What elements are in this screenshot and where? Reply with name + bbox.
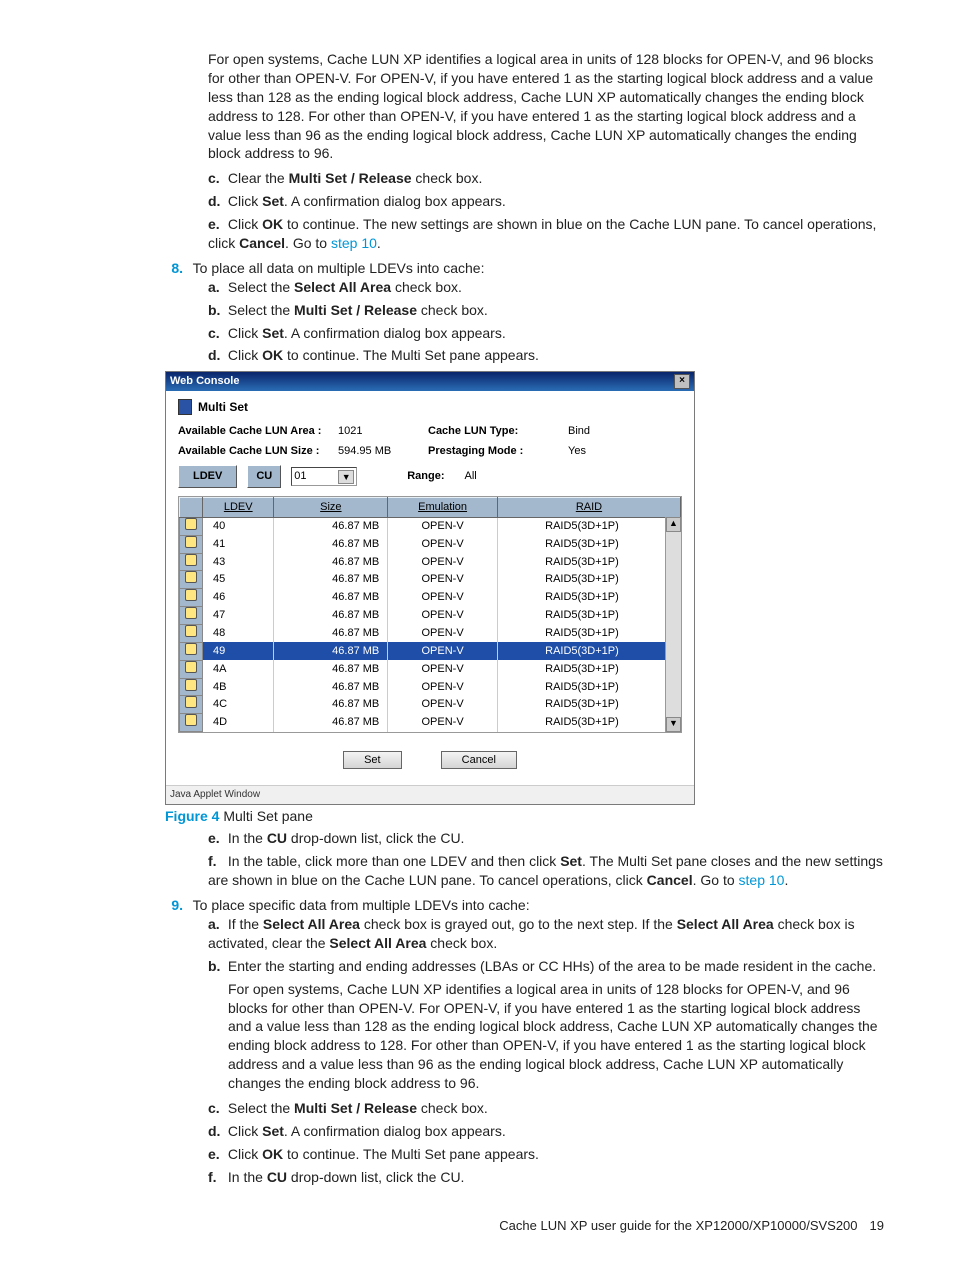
scrollbar[interactable]: ▲ ▼	[665, 517, 681, 732]
substep-e: e. Click OK to continue. The new setting…	[208, 215, 884, 253]
step9-f: f. In the CU drop-down list, click the C…	[208, 1168, 884, 1187]
step9-c: c. Select the Multi Set / Release check …	[208, 1099, 884, 1118]
ldev-icon	[185, 607, 197, 619]
table-row[interactable]: 4546.87 MBOPEN-VRAID5(3D+1P)	[180, 571, 681, 589]
scroll-down-icon[interactable]: ▼	[666, 717, 681, 732]
step-8-number: 8.	[165, 259, 183, 278]
type-label: Cache LUN Type:	[428, 424, 568, 439]
ldev-table: LDEV Size Emulation RAID 4046.87 MBOPEN-…	[178, 496, 682, 733]
close-icon[interactable]: ×	[674, 374, 690, 389]
mode-value: Yes	[568, 444, 628, 459]
area-label: Available Cache LUN Area :	[178, 424, 338, 439]
ldev-icon	[185, 696, 197, 708]
size-label: Available Cache LUN Size :	[178, 444, 338, 459]
table-row[interactable]: 4946.87 MBOPEN-VRAID5(3D+1P)	[180, 642, 681, 660]
ldev-icon	[185, 554, 197, 566]
step9-d: d. Click Set. A confirmation dialog box …	[208, 1122, 884, 1141]
set-button[interactable]: Set	[343, 751, 402, 769]
range-label: Range:	[407, 469, 444, 484]
ldev-icon	[185, 571, 197, 583]
step8-d: d. Click OK to continue. The Multi Set p…	[208, 346, 884, 365]
pane-title: Multi Set	[198, 399, 248, 415]
cu-select[interactable]: 01 ▼	[291, 467, 357, 486]
link-step-10[interactable]: step 10	[739, 872, 785, 888]
ldev-icon	[185, 714, 197, 726]
mode-label: Prestaging Mode :	[428, 444, 568, 459]
area-value: 1021	[338, 424, 428, 439]
col-ldev[interactable]: LDEV	[203, 498, 274, 518]
type-value: Bind	[568, 424, 628, 439]
intro-paragraph: For open systems, Cache LUN XP identifie…	[208, 50, 884, 163]
step8-a: a. Select the Select All Area check box.	[208, 278, 884, 297]
table-row[interactable]: 4846.87 MBOPEN-VRAID5(3D+1P)	[180, 624, 681, 642]
size-value: 594.95 MB	[338, 444, 428, 459]
step8-e: e. In the CU drop-down list, click the C…	[208, 829, 884, 848]
ldev-icon	[185, 661, 197, 673]
step9-e: e. Click OK to continue. The Multi Set p…	[208, 1145, 884, 1164]
cancel-button[interactable]: Cancel	[441, 751, 517, 769]
page-footer: Cache LUN XP user guide for the XP12000/…	[70, 1217, 884, 1235]
table-row[interactable]: 4D46.87 MBOPEN-VRAID5(3D+1P)	[180, 714, 681, 732]
table-row[interactable]: 4046.87 MBOPEN-VRAID5(3D+1P)	[180, 517, 681, 535]
step-9-text: To place specific data from multiple LDE…	[193, 897, 530, 913]
step8-b: b. Select the Multi Set / Release check …	[208, 301, 884, 320]
table-row[interactable]: 4C46.87 MBOPEN-VRAID5(3D+1P)	[180, 696, 681, 714]
col-size[interactable]: Size	[274, 498, 388, 518]
step-8-text: To place all data on multiple LDEVs into…	[193, 260, 485, 276]
multi-set-window: Web Console × Multi Set Available Cache …	[165, 371, 695, 804]
step9-paragraph: For open systems, Cache LUN XP identifie…	[228, 980, 884, 1093]
step9-b: b. Enter the starting and ending address…	[208, 957, 884, 976]
figure-caption: Figure 4 Multi Set pane	[165, 807, 884, 826]
table-row[interactable]: 4646.87 MBOPEN-VRAID5(3D+1P)	[180, 589, 681, 607]
chevron-down-icon[interactable]: ▼	[338, 470, 354, 484]
pane-icon	[178, 399, 192, 415]
cu-button[interactable]: CU	[247, 465, 281, 488]
table-row[interactable]: 4746.87 MBOPEN-VRAID5(3D+1P)	[180, 607, 681, 625]
ldev-button[interactable]: LDEV	[178, 465, 237, 488]
col-raid[interactable]: RAID	[497, 498, 680, 518]
table-row[interactable]: 4A46.87 MBOPEN-VRAID5(3D+1P)	[180, 660, 681, 678]
ldev-icon	[185, 536, 197, 548]
table-row[interactable]: 4B46.87 MBOPEN-VRAID5(3D+1P)	[180, 678, 681, 696]
range-value: All	[465, 469, 477, 484]
ldev-icon	[185, 518, 197, 530]
status-bar: Java Applet Window	[166, 785, 694, 804]
table-row[interactable]: 4146.87 MBOPEN-VRAID5(3D+1P)	[180, 535, 681, 553]
ldev-icon	[185, 625, 197, 637]
ldev-icon	[185, 643, 197, 655]
col-emulation[interactable]: Emulation	[388, 498, 498, 518]
step-9-number: 9.	[165, 896, 183, 915]
table-row[interactable]: 4346.87 MBOPEN-VRAID5(3D+1P)	[180, 553, 681, 571]
step8-f: f. In the table, click more than one LDE…	[208, 852, 884, 890]
substep-c: c. Clear the Multi Set / Release check b…	[208, 169, 884, 188]
substep-d: d. Click Set. A confirmation dialog box …	[208, 192, 884, 211]
link-step-10[interactable]: step 10	[331, 235, 377, 251]
ldev-icon	[185, 589, 197, 601]
scroll-up-icon[interactable]: ▲	[666, 517, 681, 532]
step9-a: a. If the Select All Area check box is g…	[208, 915, 884, 953]
window-title: Web Console	[170, 374, 239, 389]
step8-c: c. Click Set. A confirmation dialog box …	[208, 324, 884, 343]
ldev-icon	[185, 679, 197, 691]
